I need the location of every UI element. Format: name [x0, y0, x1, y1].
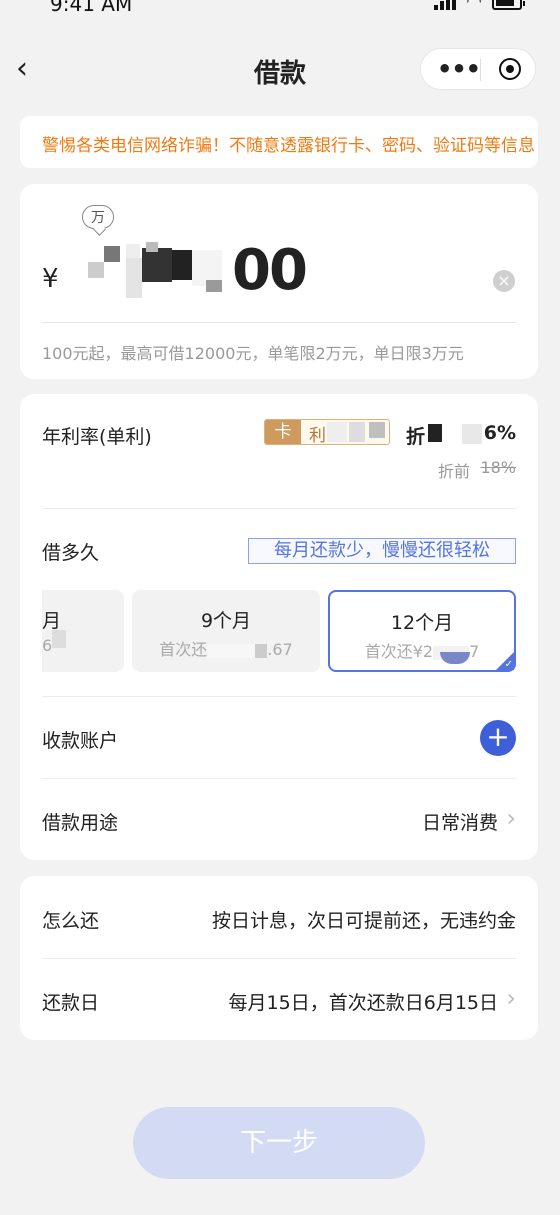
- unit-badge: 万: [82, 205, 114, 229]
- term-tip: 每月还款少，慢慢还很轻松: [248, 538, 516, 564]
- term-options: 月 6 9个月 首次还 .67 12个月 首次还¥2 7 ✓: [42, 590, 516, 674]
- currency-symbol: ¥: [42, 264, 59, 294]
- mosaic-overlay: [255, 643, 268, 658]
- rate-value: 6%: [483, 422, 516, 444]
- term-label: 借多久: [42, 542, 100, 564]
- coupon-tag-text: 利: [309, 426, 326, 445]
- fraud-notice-text: 警惕各类电信网络诈骗！不随意透露银行卡、密码、验证码等信息: [42, 136, 535, 156]
- purpose-row[interactable]: 借款用途 日常消费 ›: [20, 784, 538, 854]
- status-time: 9:41 AM: [50, 0, 133, 16]
- term-option-title: 12个月: [390, 612, 454, 634]
- amount-value: 00: [232, 238, 308, 303]
- divider: [42, 778, 516, 779]
- term-option-sub-suffix: .67: [267, 640, 293, 659]
- status-icons: ◠: [434, 0, 525, 12]
- amount-hint: 100元起，最高可借12000元，单笔限2万元，单日限3万元: [42, 344, 464, 363]
- loan-details-card: 年利率(单利) 卡 利 折 6% 折前 18% 借多久 每月还款少，慢慢还很轻松…: [20, 394, 538, 860]
- repay-card: 怎么还 按日计息，次日可提前还，无违约金 还款日 每月15日，首次还款日6月15…: [20, 876, 538, 1040]
- wifi-icon: ◠: [466, 0, 482, 12]
- repay-how-value: 按日计息，次日可提前还，无违约金: [211, 910, 516, 932]
- term-option-sub: 首次还 .67: [132, 636, 320, 660]
- amount-divider: [42, 322, 516, 323]
- more-dots-icon[interactable]: •••: [437, 55, 481, 83]
- mini-program-capsule: •••: [420, 48, 536, 90]
- check-icon: ✓: [504, 659, 513, 670]
- rate-label: 年利率(单利): [42, 426, 152, 448]
- repay-how-label: 怎么还: [42, 910, 100, 932]
- chevron-right-icon: ›: [506, 804, 516, 832]
- signal-icon: [434, 0, 457, 10]
- rate-before-label: 折前: [438, 462, 471, 481]
- amount-input[interactable]: 00: [82, 236, 342, 306]
- mosaic-overlay: [52, 630, 66, 648]
- divider: [42, 958, 516, 959]
- divider: [42, 696, 516, 697]
- rate-before-value: 18%: [480, 458, 516, 477]
- capsule-divider: [480, 59, 481, 81]
- term-option-sub: 首次还¥2 7: [330, 638, 514, 662]
- fraud-notice-banner: 警惕各类电信网络诈骗！不随意透露银行卡、密码、验证码等信息: [20, 116, 538, 168]
- next-step-button[interactable]: 下一步: [133, 1107, 425, 1179]
- mosaic-overlay: [207, 643, 256, 658]
- divider: [42, 508, 516, 509]
- status-bar: 9:41 AM ◠: [0, 0, 560, 20]
- mosaic-overlay: [440, 652, 470, 664]
- purpose-label: 借款用途: [42, 812, 119, 834]
- term-option-sub-prefix: 首次还: [159, 640, 208, 659]
- clear-icon[interactable]: ×: [493, 270, 515, 292]
- term-option-title: 月: [42, 610, 62, 632]
- target-circle-icon[interactable]: [499, 58, 521, 80]
- repay-day-value: 每月15日，首次还款日6月15日: [228, 992, 498, 1014]
- term-option-title: 9个月: [200, 610, 252, 632]
- amount-card: 万 ¥ 00 × 100元起，最高可借12000元，单笔限2万元，单日限3万元: [20, 184, 538, 379]
- term-option-partial[interactable]: 月 6: [42, 590, 124, 672]
- term-option-sub-prefix: 首次还¥2: [364, 642, 434, 661]
- battery-icon: [492, 0, 525, 10]
- mosaic-overlay: [327, 422, 387, 442]
- repay-day-label: 还款日: [42, 992, 100, 1014]
- plus-icon[interactable]: +: [480, 720, 516, 756]
- repay-day-row[interactable]: 还款日 每月15日，首次还款日6月15日 ›: [20, 960, 538, 1038]
- term-option-12-months[interactable]: 12个月 首次还¥2 7 ✓: [328, 590, 516, 672]
- nav-bar: ‹ 借款 •••: [0, 40, 560, 100]
- purpose-value: 日常消费: [421, 812, 498, 834]
- chevron-right-icon: ›: [506, 984, 516, 1012]
- account-label: 收款账户: [42, 730, 119, 752]
- term-option-9-months[interactable]: 9个月 首次还 .67: [132, 590, 320, 672]
- rate-discount-label: 折: [406, 426, 426, 448]
- mosaic-overlay: [82, 236, 232, 298]
- term-option-sub-suffix: 7: [469, 642, 480, 661]
- coupon-tag-card: 卡: [265, 420, 301, 444]
- coupon-tag[interactable]: 卡 利: [264, 419, 390, 445]
